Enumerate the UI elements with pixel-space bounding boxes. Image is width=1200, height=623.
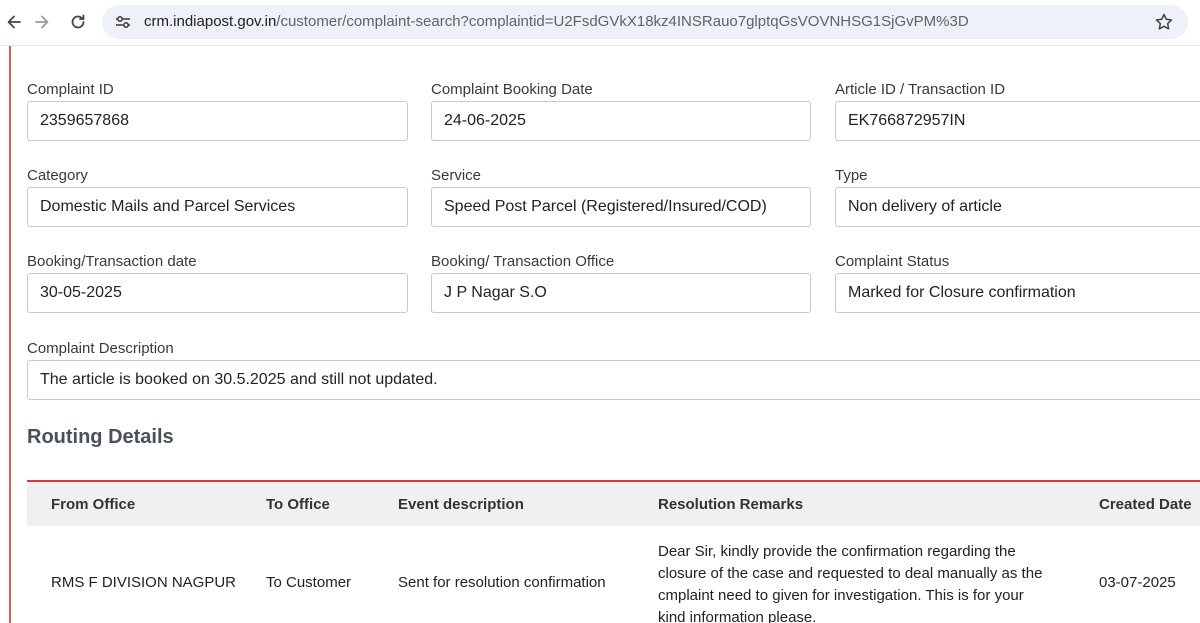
forward-button[interactable]: [28, 8, 56, 36]
transaction-date-label: Booking/Transaction date: [27, 253, 197, 270]
category-value: Domestic Mails and Parcel Services: [40, 198, 296, 215]
complaint-id-value: 2359657868: [40, 112, 129, 129]
complaint-description-label: Complaint Description: [27, 340, 174, 357]
type-label: Type: [835, 167, 868, 184]
routing-details-title: Routing Details: [27, 426, 174, 448]
cell-event-description: Sent for resolution confirmation: [398, 574, 606, 591]
browser-toolbar: crm.indiapost.gov.in/customer/complaint-…: [0, 0, 1200, 46]
url-host: crm.indiapost.gov.in: [144, 13, 277, 30]
article-id-label: Article ID / Transaction ID: [835, 81, 1006, 98]
column-header-created-date: Created Date: [1099, 496, 1192, 513]
table-header-row: From Office To Office Event description …: [27, 482, 1200, 526]
reload-icon: [71, 14, 85, 29]
complaint-description-value: The article is booked on 30.5.2025 and s…: [40, 371, 438, 388]
transaction-office-value: J P Nagar S.O: [444, 284, 547, 301]
url-path: /customer/complaint-search?complaintid=U…: [276, 13, 969, 30]
content-left-border: [9, 46, 11, 623]
site-info-icon[interactable]: [114, 13, 132, 31]
back-arrow-icon: [7, 15, 21, 29]
category-label: Category: [27, 167, 88, 184]
category-input[interactable]: Domestic Mails and Parcel Services: [27, 187, 408, 227]
column-header-to-office: To Office: [266, 496, 330, 513]
transaction-office-label: Booking/ Transaction Office: [431, 253, 615, 270]
back-button[interactable]: [0, 8, 28, 36]
column-header-from-office: From Office: [51, 496, 136, 513]
cell-to-office: To Customer: [266, 574, 352, 591]
booking-date-value: 24-06-2025: [444, 112, 526, 129]
cell-from-office: RMS F DIVISION NAGPUR: [51, 574, 237, 591]
type-value: Non delivery of article: [848, 198, 1002, 215]
service-input[interactable]: Speed Post Parcel (Registered/Insured/CO…: [431, 187, 811, 227]
column-header-event-description: Event description: [398, 496, 524, 513]
complaint-status-label: Complaint Status: [835, 253, 950, 270]
column-header-resolution-remarks: Resolution Remarks: [658, 496, 804, 513]
booking-date-input[interactable]: 24-06-2025: [431, 101, 811, 141]
reload-button[interactable]: [64, 8, 92, 36]
transaction-office-input[interactable]: J P Nagar S.O: [431, 273, 811, 313]
complaint-status-value: Marked for Closure confirmation: [848, 284, 1076, 301]
type-input[interactable]: Non delivery of article: [835, 187, 1200, 227]
service-label: Service: [431, 167, 482, 184]
cell-resolution-remarks: Dear Sir, kindly provide the confirmatio…: [658, 543, 1043, 623]
article-id-value: EK766872957IN: [848, 112, 966, 129]
url-text[interactable]: crm.indiapost.gov.in/customer/complaint-…: [144, 13, 969, 31]
complaint-description-input[interactable]: The article is booked on 30.5.2025 and s…: [27, 360, 1200, 400]
service-value: Speed Post Parcel (Registered/Insured/CO…: [444, 198, 767, 215]
transaction-date-input[interactable]: 30-05-2025: [27, 273, 408, 313]
complaint-id-label: Complaint ID: [27, 81, 114, 98]
transaction-date-value: 30-05-2025: [40, 284, 122, 301]
complaint-id-input[interactable]: 2359657868: [27, 101, 408, 141]
address-bar[interactable]: crm.indiapost.gov.in/customer/complaint-…: [102, 5, 1188, 39]
bookmark-star-icon[interactable]: [1154, 12, 1174, 32]
article-id-input[interactable]: EK766872957IN: [835, 101, 1200, 141]
forward-arrow-icon: [35, 15, 49, 29]
booking-date-label: Complaint Booking Date: [431, 81, 593, 98]
routing-table: From Office To Office Event description …: [27, 480, 1200, 623]
complaint-status-input[interactable]: Marked for Closure confirmation: [835, 273, 1200, 313]
cell-created-date: 03-07-2025: [1099, 574, 1176, 591]
